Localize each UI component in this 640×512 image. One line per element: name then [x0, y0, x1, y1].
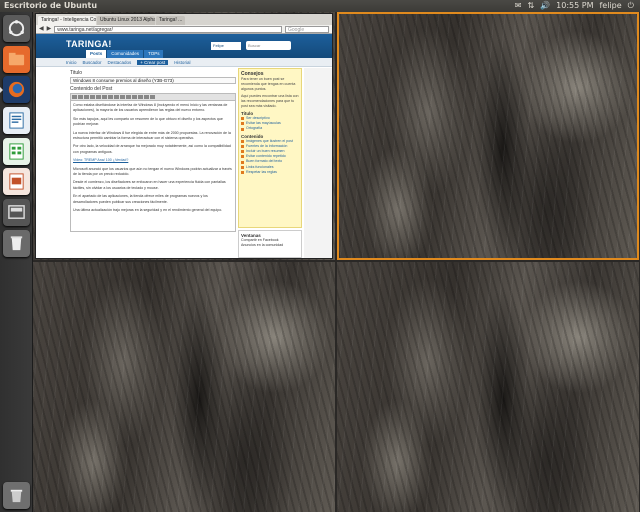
- paragraph-link[interactable]: Video: TREMP Ana/ 100 ¿Verdad?: [73, 158, 233, 163]
- site-search-input[interactable]: Buscar: [246, 41, 291, 50]
- paragraph: Por otro lado, la velocidad de arranque …: [73, 144, 231, 154]
- post-form: Titulo Windows 8 consume premios al dise…: [70, 68, 236, 258]
- image-icon[interactable]: [126, 95, 131, 99]
- files-icon[interactable]: [3, 46, 30, 73]
- subnav-crear-post[interactable]: + Crear post: [137, 59, 169, 65]
- panel-indicators: ✉ ⇅ 🔊 10:55 PM felipe ⏻: [515, 1, 634, 11]
- tab-strip: Taringa! - Inteligencia Cole... Ubuntu L…: [36, 14, 332, 25]
- window-title: Escritorio de Ubuntu: [4, 1, 98, 10]
- nav-bar: ◀ ▶ www.taringa.net/agregar/ Google: [36, 25, 332, 34]
- code-icon[interactable]: [144, 95, 149, 99]
- tips-text: Aquí puedes encontrar una lista con las …: [241, 94, 299, 108]
- page-body: Titulo Windows 8 consume premios al dise…: [36, 68, 332, 258]
- content-editor[interactable]: Como estaba diseñándose la interfaz de W…: [70, 100, 236, 232]
- tips-text: Para tener un buen post se recomienda qu…: [241, 77, 296, 91]
- browser-tab[interactable]: Taringa! - Inteligencia Cole...: [38, 16, 96, 25]
- title-input[interactable]: Windows 8 consume premios al diseño (Y3B…: [70, 77, 236, 84]
- underline-icon[interactable]: [84, 95, 89, 99]
- site-logo[interactable]: TARINGA!: [66, 39, 112, 49]
- paragraph: La nueva interfaz de Windows 8 fue elegi…: [73, 130, 231, 141]
- paragraph: Una última actualización trajo mejoras e…: [73, 208, 223, 213]
- align-center-icon[interactable]: [102, 95, 107, 99]
- paragraph: Como estaba diseñándose la interfaz de W…: [73, 103, 228, 113]
- url-input[interactable]: www.taringa.net/agregar/: [54, 25, 282, 33]
- share-box: Ventanas Compartir en Facebook Anuncios …: [238, 230, 302, 258]
- paragraph: Desde el comienzo, los diseñadores se en…: [73, 180, 226, 190]
- emoticon-icon[interactable]: [150, 95, 155, 99]
- color-icon[interactable]: [114, 95, 119, 99]
- browser-tab[interactable]: Ubuntu Linux 2013 Alpha 1 e...: [97, 16, 155, 25]
- paragraph: Sin más tapujos, aquí les comparto un re…: [73, 116, 223, 127]
- tab-tops[interactable]: TOPs: [144, 50, 164, 58]
- workspace-switcher-icon[interactable]: [3, 199, 30, 226]
- trash-icon[interactable]: [3, 482, 30, 509]
- launcher: [0, 12, 33, 512]
- workspace-4[interactable]: [337, 262, 639, 512]
- quote-icon[interactable]: [138, 95, 143, 99]
- tip-item[interactable]: Respetar las reglas: [241, 170, 299, 175]
- title-label: Titulo: [70, 70, 83, 76]
- link-icon[interactable]: [120, 95, 125, 99]
- editor-toolbar: [70, 93, 236, 100]
- running-indicator: [0, 87, 3, 93]
- paragraph: En el apartado de las aplicaciones, la t…: [73, 194, 208, 204]
- user-link[interactable]: Felipe: [211, 42, 241, 50]
- workspace-1[interactable]: Taringa! - Inteligencia Cole... Ubuntu L…: [33, 12, 335, 260]
- subnav-inicio[interactable]: Inicio: [66, 60, 77, 65]
- workspace-2-active[interactable]: [337, 12, 639, 260]
- sticky-icon[interactable]: [3, 230, 30, 257]
- content-label: Contenido del Post: [70, 86, 113, 92]
- paragraph: Microsoft anunció que los usuarios que a…: [73, 166, 232, 177]
- writer-icon[interactable]: [3, 107, 30, 134]
- video-icon[interactable]: [132, 95, 137, 99]
- tips-box: Consejos Para tener un buen post se reco…: [238, 68, 302, 228]
- italic-icon[interactable]: [78, 95, 83, 99]
- forward-icon[interactable]: ▶: [47, 25, 52, 33]
- firefox-window[interactable]: Taringa! - Inteligencia Cole... Ubuntu L…: [35, 13, 333, 259]
- align-left-icon[interactable]: [96, 95, 101, 99]
- page-margin: [304, 68, 332, 258]
- subnav-destacados[interactable]: Destacados: [108, 60, 132, 65]
- top-panel: Escritorio de Ubuntu ✉ ⇅ 🔊 10:55 PM feli…: [0, 0, 640, 12]
- workspace-3[interactable]: [33, 262, 335, 512]
- tip-item[interactable]: Ortografía: [241, 126, 299, 131]
- site-subnav: Inicio Buscador Destacados + Crear post …: [36, 58, 332, 67]
- search-input[interactable]: Google: [285, 25, 329, 33]
- user-menu[interactable]: felipe: [599, 1, 621, 11]
- impress-icon[interactable]: [3, 168, 30, 195]
- tab-posts[interactable]: Posts: [86, 50, 107, 58]
- align-right-icon[interactable]: [108, 95, 113, 99]
- volume-icon[interactable]: 🔊: [540, 1, 550, 11]
- site-header: TARINGA! Felipe Buscar Posts Comunidades…: [36, 34, 332, 58]
- power-icon[interactable]: ⏻: [628, 1, 634, 11]
- network-icon[interactable]: ⇅: [527, 1, 534, 11]
- clock[interactable]: 10:55 PM: [556, 1, 593, 11]
- firefox-icon[interactable]: [0, 76, 30, 103]
- site-tabs: Posts Comunidades TOPs: [86, 50, 164, 58]
- browser-tab[interactable]: Taringa! ...: [156, 16, 186, 25]
- subnav-historial[interactable]: Historial: [174, 60, 190, 65]
- subnav-buscador[interactable]: Buscador: [83, 60, 102, 65]
- share-item[interactable]: Anuncios en la comunidad: [241, 243, 299, 248]
- calc-icon[interactable]: [3, 138, 30, 165]
- strike-icon[interactable]: [90, 95, 95, 99]
- sidebar: Consejos Para tener un buen post se reco…: [238, 68, 302, 258]
- dash-home-icon[interactable]: [3, 15, 30, 42]
- back-icon[interactable]: ◀: [39, 25, 44, 33]
- bold-icon[interactable]: [72, 95, 77, 99]
- tab-comunidades[interactable]: Comunidades: [107, 50, 144, 58]
- mail-icon[interactable]: ✉: [515, 1, 522, 11]
